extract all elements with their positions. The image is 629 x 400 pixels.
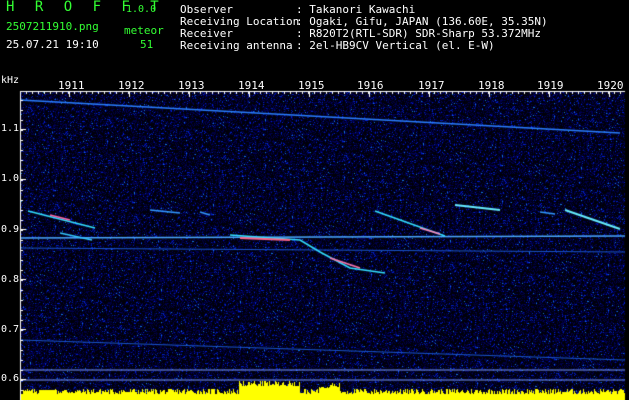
x-tick-label: 1919 bbox=[537, 79, 564, 92]
y-tick-label: 0.8 bbox=[1, 274, 20, 285]
x-tick-label: 1914 bbox=[238, 79, 265, 92]
image-filename: 2507211910.png bbox=[6, 20, 99, 33]
x-tick-label: 1911 bbox=[58, 79, 85, 92]
y-tick-label: 0.9 bbox=[1, 224, 20, 235]
y-tick-label: 0.6 bbox=[1, 373, 20, 384]
x-tick-label: 1916 bbox=[357, 79, 384, 92]
x-tick-label: 1915 bbox=[298, 79, 325, 92]
spectrogram-canvas bbox=[0, 0, 629, 400]
y-axis-unit: kHz bbox=[1, 75, 20, 86]
y-tick-label: 1.1 bbox=[1, 123, 20, 134]
y-tick-label: 1.0 bbox=[1, 173, 20, 184]
x-tick-label: 1913 bbox=[178, 79, 205, 92]
x-tick-label: 1918 bbox=[478, 79, 505, 92]
antenna-value: : 2el-HB9CV Vertical (el. E-W) bbox=[296, 39, 495, 52]
antenna-label: Receiving antenna bbox=[180, 39, 293, 52]
meteor-count: 51 bbox=[140, 38, 154, 51]
y-tick-label: 0.7 bbox=[1, 324, 20, 335]
x-tick-label: 1912 bbox=[118, 79, 145, 92]
x-tick-label: 1920 bbox=[597, 79, 624, 92]
x-tick-label: 1917 bbox=[418, 79, 445, 92]
meteor-label: meteor bbox=[124, 24, 164, 37]
image-datetime: 25.07.21 19:10 bbox=[6, 38, 99, 51]
app-version: 1.0.0 bbox=[126, 4, 157, 15]
